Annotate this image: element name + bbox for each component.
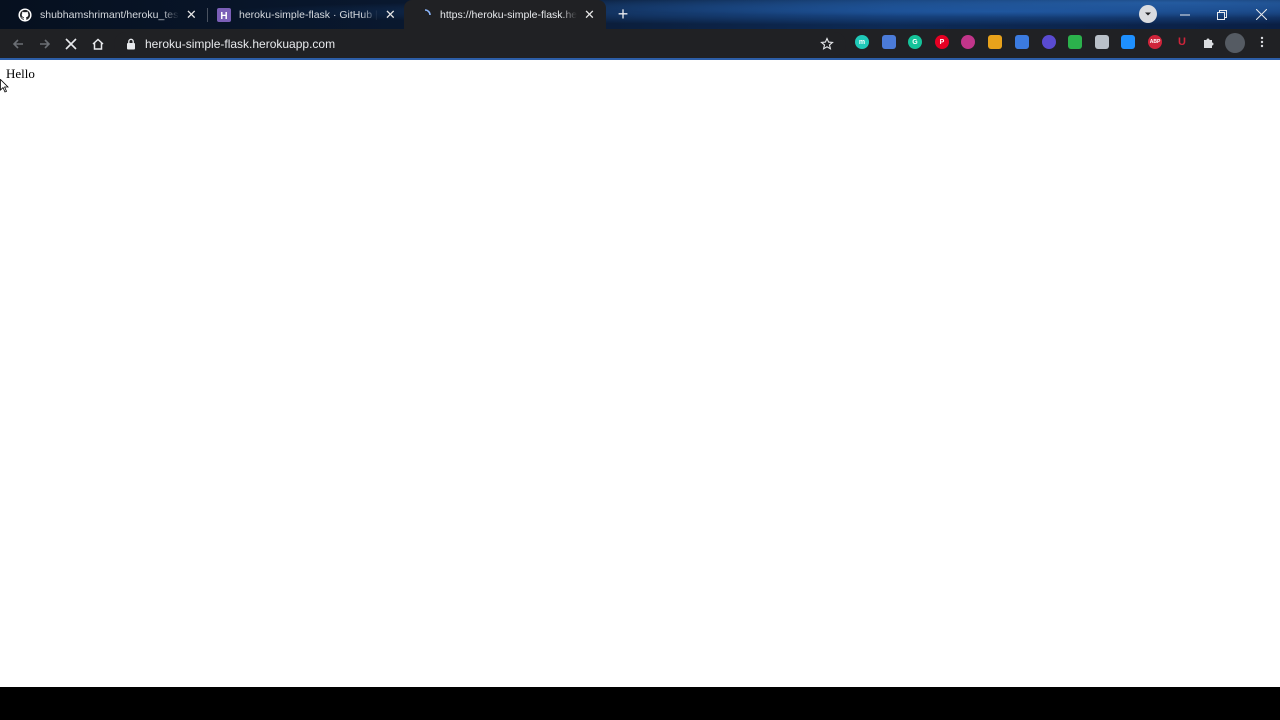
close-icon[interactable]: ✕ [384,7,397,22]
instagram-extension-icon[interactable] [961,35,975,49]
stop-loading-icon[interactable] [60,33,82,55]
ublock-icon[interactable]: U [1175,35,1189,49]
home-icon[interactable] [87,33,109,55]
lock-icon[interactable] [124,37,138,51]
adblock-plus-icon[interactable]: ABP [1148,35,1162,49]
url-text: heroku-simple-flask.herokuapp.com [145,37,336,51]
tab-title: shubhamshrimant/heroku_test_flask [40,8,179,21]
docs-extension-icon[interactable] [882,35,896,49]
tab-heroku[interactable]: H heroku-simple-flask · GitHub | Heroku … [203,0,407,29]
feedly-extension-icon[interactable] [1068,35,1082,49]
restore-icon[interactable] [1203,0,1241,29]
heroku-icon: H [217,7,231,22]
minimize-icon[interactable] [1166,0,1204,29]
tab-strip: shubhamshrimant/heroku_test_flask ✕ H he… [0,0,1280,29]
close-window-icon[interactable] [1242,0,1280,29]
browser-window: shubhamshrimant/heroku_test_flask ✕ H he… [0,0,1280,720]
pinterest-icon[interactable]: P [935,35,949,49]
back-arrow-icon[interactable] [7,33,29,55]
mouse-cursor-icon [0,78,10,93]
tab-title: https://heroku-simple-flask.herokuapp.co… [440,8,577,21]
letterbox-bar [0,687,1280,720]
grammarly-icon[interactable]: G [908,35,922,49]
tab-active-page[interactable]: https://heroku-simple-flask.herokuapp.co… [404,0,606,29]
loading-icon [418,8,432,22]
download-extension-icon[interactable] [1015,35,1029,49]
address-bar[interactable]: heroku-simple-flask.herokuapp.com [114,32,846,56]
close-icon[interactable]: ✕ [583,7,596,22]
page-viewport: Hello [0,60,1280,687]
translate-extension-icon[interactable] [1095,35,1109,49]
menu-kebab-icon[interactable] [1255,35,1269,49]
tab-title: heroku-simple-flask · GitHub | Heroku [239,8,378,21]
windows-extension-icon[interactable] [1121,35,1135,49]
extensions-puzzle-icon[interactable] [1201,35,1215,49]
forward-arrow-icon[interactable] [34,33,56,55]
color-picker-extension-icon[interactable] [988,35,1002,49]
mote-extension-icon[interactable]: m [855,35,869,49]
new-tab-button[interactable]: + [613,4,633,24]
github-icon [18,7,32,22]
bookmark-star-icon[interactable] [819,36,835,52]
profile-avatar[interactable] [1225,33,1245,53]
night-mode-extension-icon[interactable] [1042,35,1056,49]
svg-text:H: H [220,11,227,22]
close-icon[interactable]: ✕ [185,7,198,22]
tab-github[interactable]: shubhamshrimant/heroku_test_flask ✕ [4,0,208,29]
page-body-text: Hello [6,66,35,81]
browser-toolbar: heroku-simple-flask.herokuapp.com [0,29,1280,58]
tab-search-icon[interactable] [1139,5,1157,23]
